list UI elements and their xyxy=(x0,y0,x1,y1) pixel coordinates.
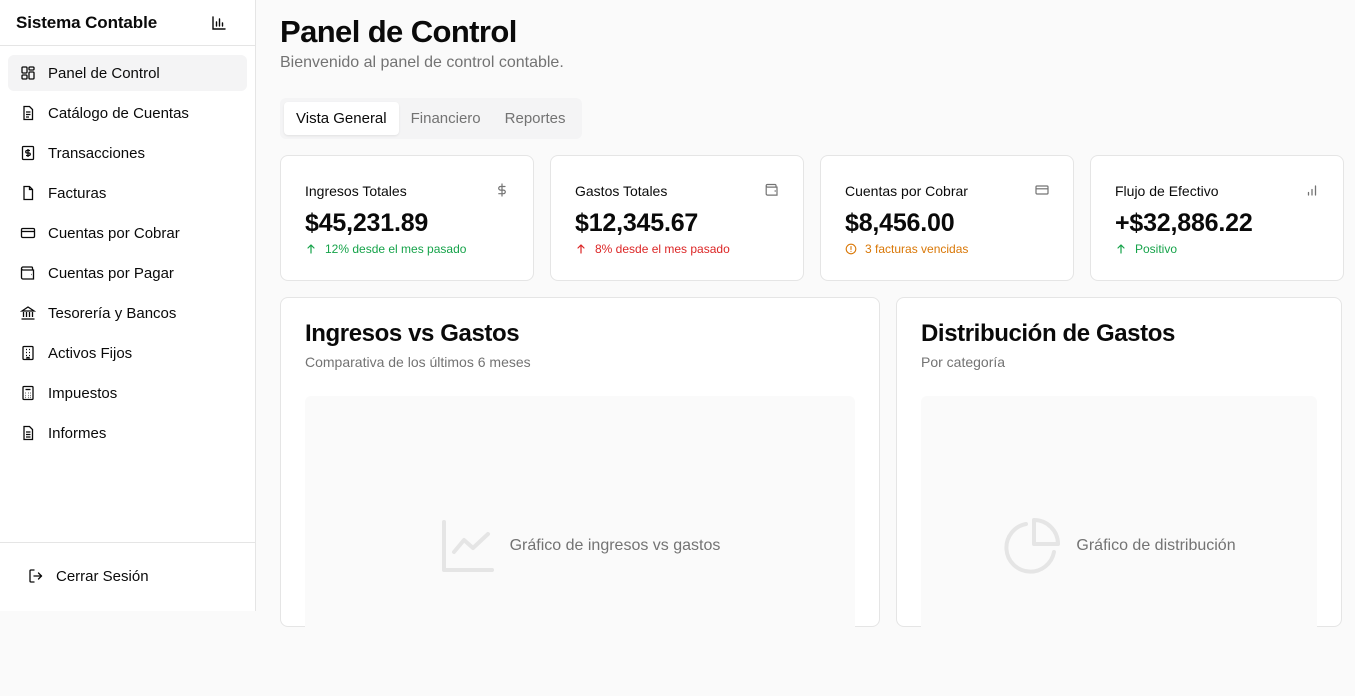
stat-label: Cuentas por Cobrar xyxy=(845,183,968,199)
report-icon xyxy=(20,425,36,441)
placeholder-text: Gráfico de distribución xyxy=(1076,537,1236,554)
tab-reportes[interactable]: Reportes xyxy=(493,102,578,135)
sidebar-item-cuentas-por-cobrar[interactable]: Cuentas por Cobrar xyxy=(8,215,247,251)
sidebar-item-catalogo-de-cuentas[interactable]: Catálogo de Cuentas xyxy=(8,95,247,131)
stat-note-text: Positivo xyxy=(1135,242,1178,256)
document-list-icon xyxy=(20,105,36,121)
bank-icon xyxy=(20,305,36,321)
sidebar-item-label: Panel de Control xyxy=(48,64,160,82)
bar-chart-icon[interactable] xyxy=(211,15,227,31)
sidebar-header: Sistema Contable xyxy=(0,0,255,46)
stat-card-gastos: Gastos Totales $12,345.67 8% desde el me… xyxy=(550,155,804,281)
chart-subtitle: Comparativa de los últimos 6 meses xyxy=(305,354,531,370)
pie-chart-icon xyxy=(1002,516,1062,576)
sidebar-item-label: Activos Fijos xyxy=(48,344,133,362)
sidebar-item-label: Tesorería y Bancos xyxy=(48,304,177,322)
wallet-icon xyxy=(765,183,779,197)
dollar-icon xyxy=(495,183,509,197)
stats-row: Ingresos Totales $45,231.89 12% desde el… xyxy=(280,155,1344,281)
chart-title: Ingresos vs Gastos xyxy=(305,320,520,347)
stat-value: $12,345.67 xyxy=(575,209,699,237)
stat-card-cuentas-por-cobrar: Cuentas por Cobrar $8,456.00 3 facturas … xyxy=(820,155,1074,281)
sidebar-item-label: Facturas xyxy=(48,184,107,202)
chart-placeholder: Gráfico de ingresos vs gastos xyxy=(305,396,855,696)
stat-card-flujo-de-efectivo: Flujo de Efectivo +$32,886.22 Positivo xyxy=(1090,155,1344,281)
chart-placeholder: Gráfico de distribución xyxy=(921,396,1317,696)
page-title: Panel de Control xyxy=(280,14,517,49)
placeholder-text: Gráfico de ingresos vs gastos xyxy=(509,537,721,554)
calculator-icon xyxy=(20,385,36,401)
stat-note: Positivo xyxy=(1115,242,1177,256)
line-chart-icon xyxy=(440,518,496,574)
sidebar-item-panel-de-control[interactable]: Panel de Control xyxy=(8,55,247,91)
tabs: Vista General Financiero Reportes xyxy=(280,98,582,139)
credit-card-icon xyxy=(20,225,36,241)
stat-note-text: 12% desde el mes pasado xyxy=(325,242,467,256)
income-vs-expenses-card: Ingresos vs Gastos Comparativa de los úl… xyxy=(280,297,880,696)
sidebar-item-label: Impuestos xyxy=(48,384,118,402)
stat-value: $45,231.89 xyxy=(305,209,429,237)
logout-label: Cerrar Sesión xyxy=(56,567,149,585)
sidebar-item-cuentas-por-pagar[interactable]: Cuentas por Pagar xyxy=(8,255,247,291)
bar-chart-icon xyxy=(1305,183,1319,197)
stat-card-ingresos: Ingresos Totales $45,231.89 12% desde el… xyxy=(280,155,534,281)
stat-note: 8% desde el mes pasado xyxy=(575,242,730,256)
sidebar-item-facturas[interactable]: Facturas xyxy=(8,175,247,211)
sidebar-item-transacciones[interactable]: Transacciones xyxy=(8,135,247,171)
wallet-icon xyxy=(20,265,36,281)
stat-note: 12% desde el mes pasado xyxy=(305,242,466,256)
stat-note-text: 3 facturas vencidas xyxy=(865,242,969,256)
sidebar: Sistema Contable Panel de Control Catálo… xyxy=(0,0,256,611)
stat-note: 3 facturas vencidas xyxy=(845,242,968,256)
file-icon xyxy=(20,185,36,201)
arrow-up-icon xyxy=(305,243,317,255)
stat-label: Gastos Totales xyxy=(575,183,668,199)
sidebar-item-label: Cuentas por Cobrar xyxy=(48,224,180,242)
logout-icon xyxy=(28,568,44,584)
stat-label: Ingresos Totales xyxy=(305,183,407,199)
expense-distribution-card: Distribución de Gastos Por categoría Grá… xyxy=(896,297,1342,696)
sidebar-item-label: Informes xyxy=(48,424,107,442)
sidebar-item-activos-fijos[interactable]: Activos Fijos xyxy=(8,335,247,371)
main-content: Panel de Control Bienvenido al panel de … xyxy=(256,0,1355,696)
sidebar-item-informes[interactable]: Informes xyxy=(8,415,247,451)
sidebar-item-tesoreria-y-bancos[interactable]: Tesorería y Bancos xyxy=(8,295,247,331)
chart-subtitle: Por categoría xyxy=(921,354,1006,370)
tab-vista-general[interactable]: Vista General xyxy=(284,102,399,135)
building-icon xyxy=(20,345,36,361)
sidebar-item-label: Transacciones xyxy=(48,144,145,162)
arrow-up-icon xyxy=(575,243,587,255)
tab-financiero[interactable]: Financiero xyxy=(399,102,493,135)
sidebar-item-impuestos[interactable]: Impuestos xyxy=(8,375,247,411)
stat-note-text: 8% desde el mes pasado xyxy=(595,242,730,256)
page-subtitle: Bienvenido al panel de control contable. xyxy=(280,54,564,71)
sidebar-item-label: Catálogo de Cuentas xyxy=(48,104,189,122)
placeholder-content: Gráfico de distribución xyxy=(1002,516,1236,576)
stat-value: $8,456.00 xyxy=(845,209,955,237)
placeholder-content: Gráfico de ingresos vs gastos xyxy=(440,518,721,574)
sidebar-nav: Panel de Control Catálogo de Cuentas Tra… xyxy=(0,46,255,451)
stat-label: Flujo de Efectivo xyxy=(1115,183,1219,199)
logout-button[interactable]: Cerrar Sesión xyxy=(0,542,255,611)
dollar-square-icon xyxy=(20,145,36,161)
dashboard-icon xyxy=(20,65,36,81)
arrow-up-icon xyxy=(1115,243,1127,255)
credit-card-icon xyxy=(1035,183,1049,197)
stat-value: +$32,886.22 xyxy=(1115,209,1253,237)
chart-title: Distribución de Gastos xyxy=(921,320,1175,347)
alert-circle-icon xyxy=(845,243,857,255)
sidebar-item-label: Cuentas por Pagar xyxy=(48,264,174,282)
app-title: Sistema Contable xyxy=(16,12,158,32)
